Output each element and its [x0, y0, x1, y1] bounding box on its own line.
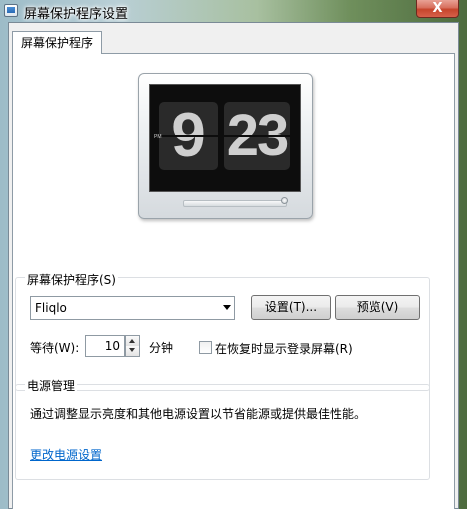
wait-minutes-input[interactable]: 10 — [85, 335, 125, 357]
power-led-icon — [281, 197, 288, 204]
monitor-app-icon — [4, 4, 18, 17]
chevron-down-icon — [223, 305, 231, 310]
screensaver-select[interactable]: Fliqlo — [30, 296, 235, 320]
resume-login-checkbox[interactable] — [199, 341, 212, 354]
preview-button[interactable]: 预览(V) — [335, 295, 420, 320]
clock-hour-card: 9 — [159, 102, 218, 170]
close-button[interactable]: X — [416, 0, 459, 18]
screensaver-select-value: Fliqlo — [35, 301, 67, 315]
power-description: 通过调整显示亮度和其他电源设置以节省能源或提供最佳性能。 — [30, 407, 367, 421]
change-power-settings-link[interactable]: 更改电源设置 — [30, 446, 102, 463]
title-bar[interactable]: 屏幕保护程序设置 X — [0, 0, 467, 22]
power-management-group — [15, 384, 430, 480]
monitor-bezel-bar — [183, 200, 287, 207]
clock-minute-card: 23 — [224, 102, 290, 170]
wait-label: 等待(W): — [30, 341, 80, 355]
settings-button[interactable]: 设置(T)... — [251, 295, 331, 320]
minutes-unit-label: 分钟 — [149, 341, 174, 355]
power-management-group-label: 电源管理 — [25, 379, 78, 393]
window-title: 屏幕保护程序设置 — [24, 7, 129, 22]
clock-ampm: PM — [154, 134, 162, 140]
resume-login-checkbox-label[interactable]: 在恢复时显示登录屏幕(R) — [215, 340, 353, 357]
tab-screensaver[interactable]: 屏幕保护程序 — [12, 31, 103, 54]
screensaver-group-label: 屏幕保护程序(S) — [25, 273, 118, 287]
preview-screen: 9 PM 23 — [149, 84, 301, 192]
spin-down-arrow-icon[interactable] — [126, 346, 139, 356]
wait-spinner — [125, 335, 140, 357]
screensaver-settings-window: 屏幕保护程序设置 X 屏幕保护程序 9 PM 23 屏幕保护程序(S) Fliq… — [0, 0, 467, 509]
monitor-preview: 9 PM 23 — [138, 73, 313, 219]
